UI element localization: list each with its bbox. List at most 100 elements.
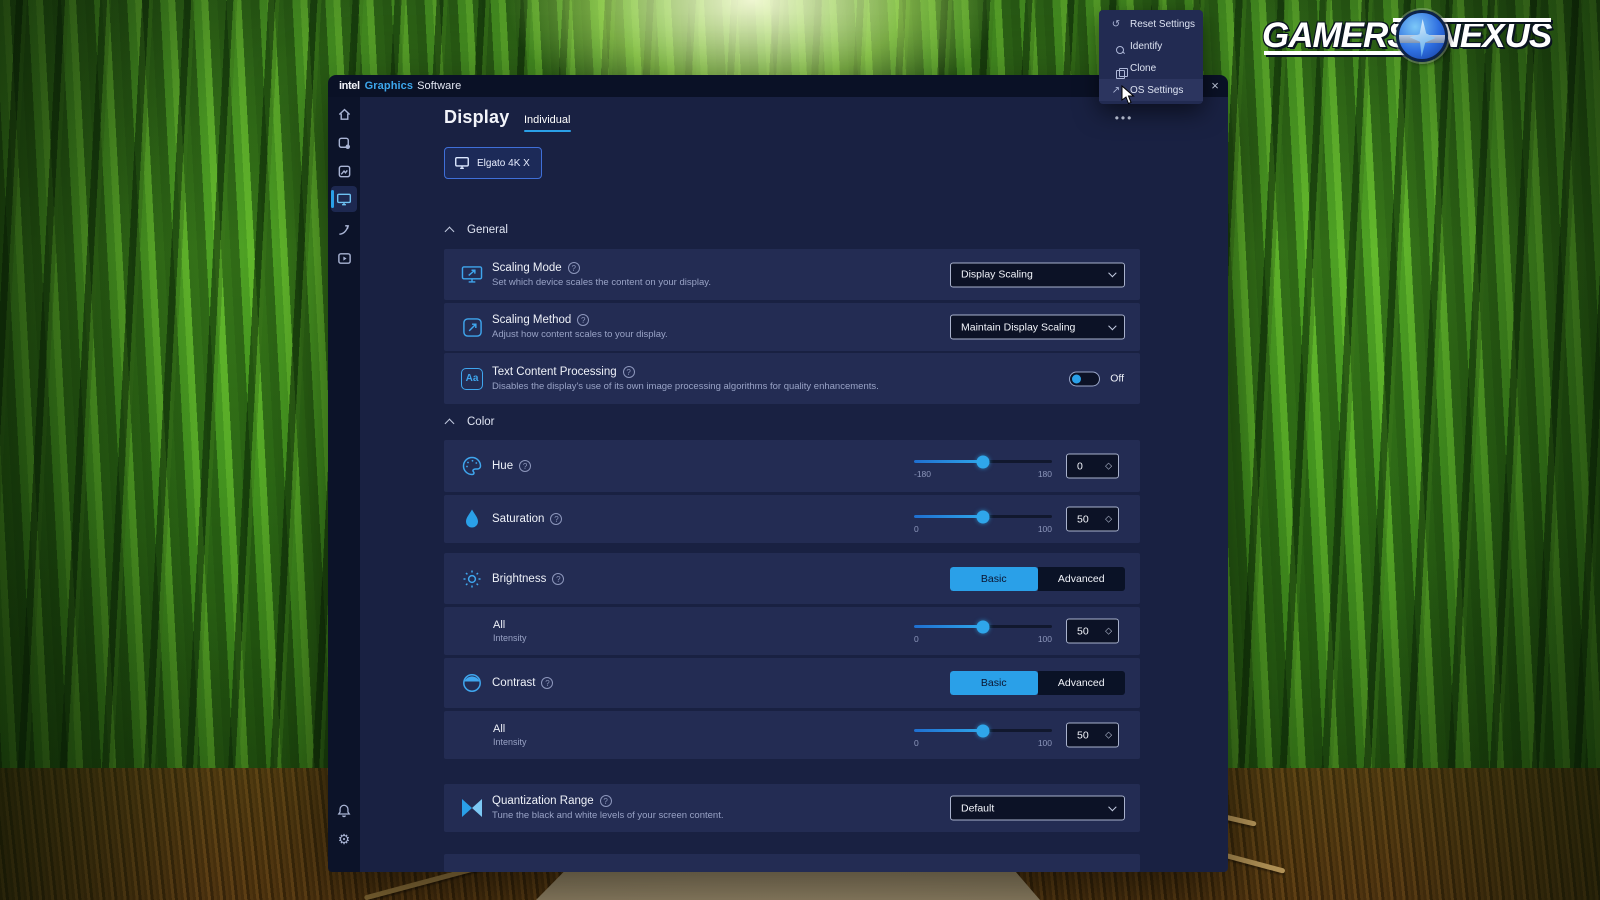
tab-individual[interactable]: Individual (524, 114, 570, 126)
slider-min-label: 0 (914, 738, 919, 748)
slider-thumb[interactable] (977, 510, 990, 523)
menu-item-reset-settings[interactable]: ↺ Reset Settings (1099, 13, 1203, 35)
chevron-down-icon (1108, 321, 1116, 329)
contrast-basic-button[interactable]: Basic (950, 671, 1038, 695)
slider-thumb[interactable] (977, 724, 990, 737)
help-icon[interactable]: ? (577, 314, 589, 326)
hue-number-input[interactable]: 0 ◇ (1066, 454, 1119, 479)
sidebar-item-settings[interactable]: ⚙ (331, 826, 357, 852)
contrast-advanced-button[interactable]: Advanced (1038, 671, 1126, 695)
brightness-slider[interactable]: 0 100 (914, 625, 1052, 644)
text-processing-toggle[interactable] (1069, 371, 1100, 386)
bell-icon (337, 803, 351, 818)
row-brightness: Brightness? Basic Advanced (444, 553, 1140, 604)
close-button[interactable]: × (1206, 77, 1224, 95)
menu-item-identify[interactable]: Identify (1099, 35, 1203, 57)
spinner-icon[interactable]: ◇ (1105, 626, 1112, 637)
help-icon[interactable]: ? (623, 366, 635, 378)
sidebar-item-home[interactable] (331, 101, 357, 127)
help-icon[interactable]: ? (519, 460, 531, 472)
scaling-method-desc: Adjust how content scales to your displa… (492, 329, 668, 340)
titlebar: intelGraphicsSoftware × (328, 75, 1228, 97)
contrast-number-input[interactable]: 50 ◇ (1066, 723, 1119, 748)
page-title: Display (444, 107, 509, 128)
display-page: Display Individual ••• Elgato 4K X Gener… (360, 97, 1228, 872)
menu-item-label: Identify (1130, 41, 1162, 52)
sidebar-item-video[interactable] (331, 245, 357, 271)
text-processing-label: Text Content Processing (492, 366, 617, 378)
brightness-advanced-button[interactable]: Advanced (1038, 567, 1126, 591)
menu-item-label: Clone (1130, 63, 1156, 74)
slider-max-label: 100 (1038, 634, 1052, 644)
help-icon[interactable]: ? (600, 795, 612, 807)
contrast-slider[interactable]: 0100 (914, 729, 1052, 748)
home-icon (337, 107, 352, 122)
display-options-context-menu: ↺ Reset Settings Identify Clone ↗ OS Set… (1099, 10, 1203, 104)
sidebar-item-performance[interactable] (331, 216, 357, 242)
saturation-slider[interactable]: 0100 (914, 515, 1052, 534)
row-scaling-method: Scaling Method? Adjust how content scale… (444, 303, 1140, 351)
toggle-state-label: Off (1110, 373, 1124, 385)
triangle-left (462, 799, 472, 817)
row-saturation: Saturation? 0100 50 ◇ (444, 495, 1140, 543)
brightness-value: 50 (1077, 625, 1105, 637)
slider-thumb[interactable] (977, 455, 990, 468)
help-icon[interactable]: ? (552, 573, 564, 585)
spinner-icon[interactable]: ◇ (1105, 461, 1112, 472)
slider-min-label: -180 (914, 469, 931, 479)
row-text-content-processing: Aa Text Content Processing? Disables the… (444, 353, 1140, 404)
row-scaling-mode: Scaling Mode? Set which device scales th… (444, 249, 1140, 300)
slider-fill (914, 729, 983, 732)
help-icon[interactable]: ? (541, 677, 553, 689)
brightness-basic-button[interactable]: Basic (950, 567, 1038, 591)
sidebar-item-media[interactable] (331, 158, 357, 184)
sidebar-item-drivers[interactable] (331, 130, 357, 156)
text-processing-icon: Aa (460, 367, 484, 391)
quantization-dropdown[interactable]: Default (950, 796, 1125, 821)
sidebar-item-notifications[interactable] (331, 797, 357, 823)
slider-max-label: 180 (1038, 469, 1052, 479)
collapse-general-icon[interactable] (445, 227, 455, 237)
row-partial-clipped (444, 854, 1140, 872)
toggle-knob (1072, 374, 1081, 383)
hue-palette-icon (460, 454, 484, 478)
collapse-color-icon[interactable] (445, 419, 455, 429)
spinner-icon[interactable]: ◇ (1105, 514, 1112, 525)
text-processing-text: Text Content Processing? Disables the di… (492, 366, 879, 392)
brightness-text: Brightness? (492, 573, 564, 585)
slider-fill (914, 515, 983, 518)
help-icon[interactable]: ? (568, 262, 580, 274)
scaling-method-icon (460, 315, 484, 339)
saturation-number-input[interactable]: 50 ◇ (1066, 507, 1119, 532)
device-label: Elgato 4K X (477, 158, 530, 169)
scaling-mode-label: Scaling Mode (492, 262, 562, 274)
tab-active-underline (524, 130, 571, 132)
contrast-label: Contrast (492, 677, 535, 689)
slider-thumb[interactable] (977, 620, 990, 633)
menu-item-os-settings[interactable]: ↗ OS Settings (1099, 79, 1203, 101)
contrast-all-label: All (493, 723, 527, 735)
text-processing-desc: Disables the display's use of its own im… (492, 381, 879, 392)
scaling-mode-value: Display Scaling (961, 269, 1108, 281)
slider-min-label: 0 (914, 634, 919, 644)
contrast-all-text: All Intensity (493, 723, 527, 747)
sidebar-item-display[interactable] (331, 186, 357, 212)
scaling-mode-dropdown[interactable]: Display Scaling (950, 262, 1125, 287)
scaling-method-dropdown[interactable]: Maintain Display Scaling (950, 315, 1125, 340)
brightness-number-input[interactable]: 50 ◇ (1066, 619, 1119, 644)
performance-icon (337, 222, 352, 237)
quantization-value: Default (961, 802, 1108, 814)
device-button-elgato[interactable]: Elgato 4K X (444, 147, 542, 179)
active-indicator (331, 190, 334, 208)
help-icon[interactable]: ? (550, 513, 562, 525)
spinner-icon[interactable]: ◇ (1105, 730, 1112, 741)
gamersnexus-logo: GAMERS NEXUS (1262, 10, 1551, 62)
scaling-mode-icon (460, 263, 484, 287)
more-options-button[interactable]: ••• (1110, 111, 1138, 127)
menu-item-clone[interactable]: Clone (1099, 57, 1203, 79)
slider-fill (914, 625, 983, 628)
intel-logo: intel (339, 80, 360, 92)
contrast-icon (460, 671, 484, 695)
hue-slider[interactable]: -180 180 (914, 460, 1052, 479)
quantization-text: Quantization Range? Tune the black and w… (492, 795, 723, 821)
